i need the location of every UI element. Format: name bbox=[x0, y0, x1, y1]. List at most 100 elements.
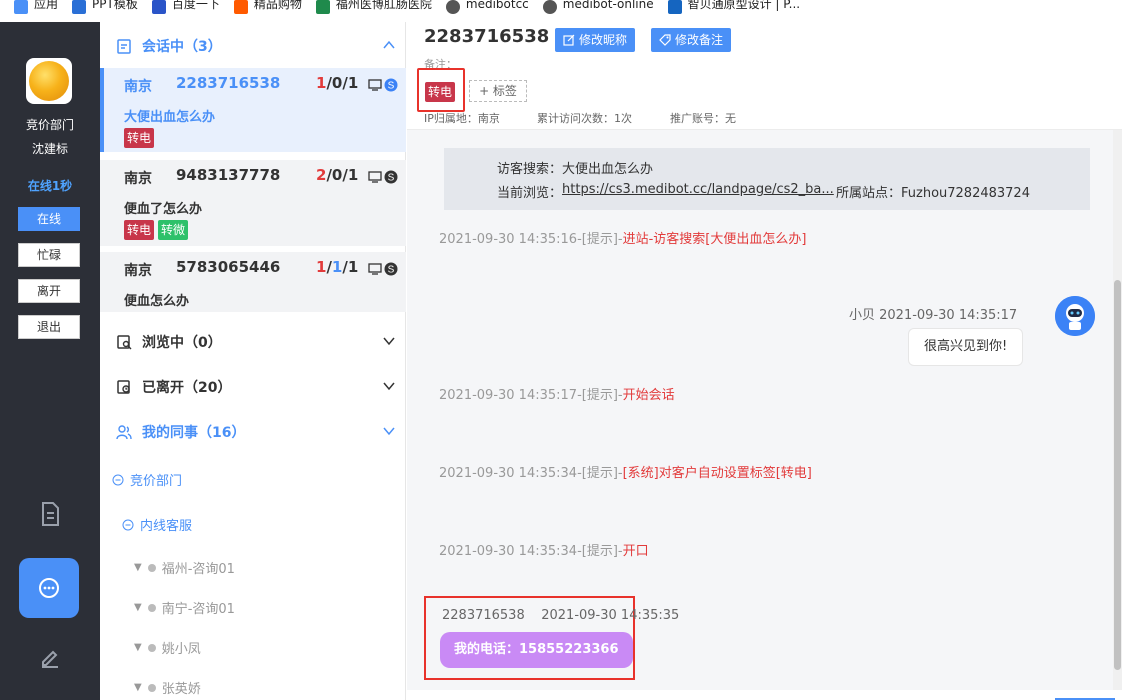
robot-avatar-icon bbox=[1055, 296, 1095, 336]
scroll-thumb[interactable] bbox=[1114, 280, 1121, 670]
add-tag-button[interactable]: + 标签 bbox=[469, 80, 527, 102]
visitor-message-meta: 2283716538 2021-09-30 14:35:35 bbox=[442, 608, 680, 623]
bookmark-baidu[interactable]: 百度一下 bbox=[151, 0, 220, 14]
edit-remark-button[interactable]: 修改备注 bbox=[651, 28, 732, 52]
online-time: 在线1秒 bbox=[27, 179, 73, 193]
svg-text:S: S bbox=[388, 173, 395, 184]
promo-account: 推广账号：无 bbox=[670, 112, 736, 125]
bookmark-shop[interactable]: 精品购物 bbox=[233, 0, 302, 14]
bookmark-medibotcc[interactable]: medibotcc bbox=[445, 0, 529, 14]
orange-icon bbox=[29, 61, 69, 101]
edit-icon bbox=[563, 34, 575, 46]
status-busy-button[interactable]: 忙碌 bbox=[18, 243, 80, 267]
paw-icon bbox=[151, 0, 166, 14]
chat-nav[interactable] bbox=[19, 558, 79, 618]
collapse-circle-icon bbox=[112, 474, 124, 485]
browse-label: 当前浏览： bbox=[497, 186, 563, 201]
session-item[interactable]: 南京 9483137778 2/0/1 S 便血了怎么办 转电 转微 bbox=[100, 160, 406, 246]
browse-search-icon bbox=[117, 335, 132, 350]
tree-subgroup[interactable]: 内线客服 bbox=[122, 515, 192, 534]
document-nav[interactable] bbox=[0, 502, 100, 526]
visitor-id-title: 2283716538 bbox=[424, 26, 550, 47]
visitor-message-bubble: 我的电话：15855223366 bbox=[440, 632, 633, 668]
chevron-down-icon bbox=[383, 337, 395, 346]
session-list-panel: 会话中（3） 南京 2283716538 1/0/1 S 大便出血怎么办 转电 … bbox=[100, 22, 406, 700]
tag-highlight-box: 转电 bbox=[417, 68, 465, 112]
session-counts: 1/0/1 bbox=[316, 74, 359, 92]
tag-zhuanwei: 转微 bbox=[158, 220, 189, 240]
system-message: 2021-09-30 14:35:34-[提示]-[系统]对客户自动设置标签[转… bbox=[439, 466, 812, 481]
chat-scrollbar[interactable] bbox=[1113, 130, 1122, 690]
bookmark-apps[interactable]: 应用 bbox=[14, 0, 58, 14]
system-message: 2021-09-30 14:35:34-[提示]-开口 bbox=[439, 544, 649, 559]
conversation-panel: 2283716538 修改昵称 修改备注 备注： 转电 + 标签 IP归属地：南… bbox=[407, 22, 1122, 700]
edit-nickname-button[interactable]: 修改昵称 bbox=[555, 28, 636, 52]
tree-dept[interactable]: 竞价部门 bbox=[112, 470, 182, 489]
pencil-icon bbox=[42, 650, 58, 668]
caret-down-icon: ▼ bbox=[134, 562, 142, 573]
tag-zhuandian: 转电 bbox=[124, 220, 155, 240]
tree-member[interactable]: ▼ 姚小凤 bbox=[134, 638, 201, 657]
svg-text:S: S bbox=[388, 265, 395, 276]
app-window: 应用 PPT模板 百度一下 精品购物 福州医博肛肠医院 medibotcc me… bbox=[0, 0, 1122, 700]
visitor-tag[interactable]: 转电 bbox=[425, 82, 456, 102]
session-item[interactable]: 南京 5783065446 1/1/1 S 便血怎么办 bbox=[100, 252, 406, 312]
user-name: 沈建标 bbox=[31, 142, 68, 156]
globe-icon bbox=[542, 0, 557, 14]
input-area-edge bbox=[407, 690, 1122, 700]
logout-button[interactable]: 退出 bbox=[18, 315, 80, 339]
chat-bubble-icon bbox=[39, 578, 59, 598]
system-message: 2021-09-30 14:35:16-[提示]-进站-访客搜索[大便出血怎么办… bbox=[439, 232, 807, 247]
shop-icon bbox=[233, 0, 248, 14]
bookmark-medibot-online[interactable]: medibot-online bbox=[542, 0, 654, 14]
apps-icon bbox=[14, 0, 28, 14]
tree-member[interactable]: ▼ 福州-咨询01 bbox=[134, 558, 235, 577]
ppt-icon bbox=[72, 0, 87, 14]
status-dot-icon bbox=[147, 603, 156, 612]
tree-member[interactable]: ▼ 南宁-咨询01 bbox=[134, 598, 235, 617]
on-icon bbox=[667, 0, 682, 14]
skype-icon: S bbox=[384, 78, 398, 92]
group-browsing[interactable]: 浏览中（0） bbox=[100, 322, 406, 362]
bookmark-prototype[interactable]: 智贝通原型设计 | P... bbox=[667, 0, 800, 14]
skype-icon: S bbox=[384, 262, 398, 276]
bookmark-ppt[interactable]: PPT模板 bbox=[72, 0, 138, 14]
avatar[interactable] bbox=[26, 58, 72, 104]
left-sidebar: 竞价部门 沈建标 在线1秒 在线 忙碌 离开 退出 bbox=[0, 22, 100, 700]
group-left[interactable]: 已离开（20） bbox=[100, 367, 406, 407]
ip-location: IP归属地：南京 bbox=[424, 112, 500, 125]
group-active[interactable]: 会话中（3） bbox=[100, 26, 406, 66]
chevron-down-icon bbox=[383, 382, 395, 391]
svg-text:S: S bbox=[388, 81, 395, 92]
status-dot-icon bbox=[147, 563, 156, 572]
edit-nav[interactable] bbox=[0, 646, 100, 668]
site-info: 所属站点：Fuzhou7282483724 bbox=[836, 186, 1030, 201]
browse-url-link[interactable]: https://cs3.medibot.cc/landpage/cs2_ba..… bbox=[562, 182, 834, 201]
chevron-down-icon bbox=[383, 427, 395, 436]
bookmarks-bar: 应用 PPT模板 百度一下 精品购物 福州医博肛肠医院 medibotcc me… bbox=[0, 0, 1122, 14]
monitor-icon bbox=[368, 263, 382, 275]
skype-icon: S bbox=[384, 170, 398, 184]
tag-zhuandian: 转电 bbox=[124, 128, 155, 148]
visitor-search: 访客搜索：大便出血怎么办 bbox=[497, 162, 654, 177]
session-counts: 1/1/1 bbox=[316, 258, 359, 276]
system-message: 2021-09-30 14:35:17-[提示]-开始会话 bbox=[439, 388, 675, 403]
session-counts: 2/0/1 bbox=[316, 166, 359, 184]
globe-icon bbox=[445, 0, 460, 14]
tree-member[interactable]: ▼ 张英娇 bbox=[134, 678, 201, 697]
users-icon bbox=[116, 425, 132, 440]
status-dot-icon bbox=[147, 683, 156, 692]
collapse-circle-icon bbox=[122, 519, 134, 530]
session-item[interactable]: 南京 2283716538 1/0/1 S 大便出血怎么办 转电 bbox=[100, 68, 406, 152]
status-online-button[interactable]: 在线 bbox=[18, 207, 80, 231]
hospital-icon bbox=[315, 0, 330, 14]
status-away-button[interactable]: 离开 bbox=[18, 279, 80, 303]
visitor-header: 2283716538 修改昵称 修改备注 备注： 转电 + 标签 IP归属地：南… bbox=[407, 22, 1122, 130]
bookmark-hospital[interactable]: 福州医博肛肠医院 bbox=[315, 0, 432, 14]
caret-down-icon: ▼ bbox=[134, 682, 142, 693]
group-colleagues[interactable]: 我的同事（16） bbox=[100, 412, 406, 452]
monitor-icon bbox=[368, 79, 382, 91]
dept-name: 竞价部门 bbox=[25, 118, 74, 132]
message-list[interactable]: 访客搜索：大便出血怎么办 当前浏览： https://cs3.medibot.c… bbox=[407, 130, 1113, 690]
tag-icon bbox=[659, 34, 671, 46]
